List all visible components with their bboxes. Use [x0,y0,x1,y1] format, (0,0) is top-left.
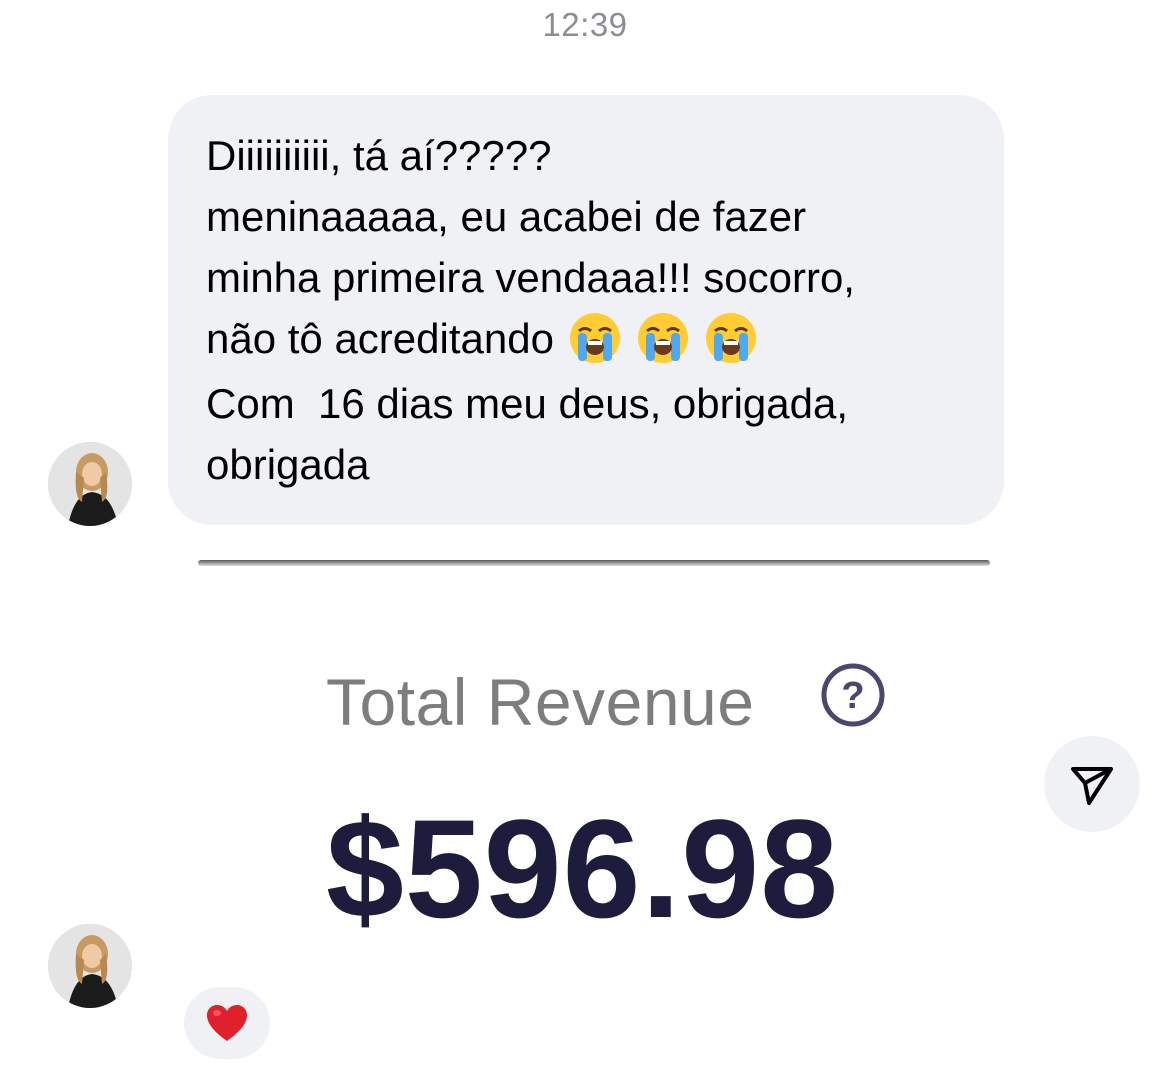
share-button[interactable] [1044,736,1140,832]
red-heart-icon [207,1005,247,1041]
revenue-amount: $596.98 [326,790,840,947]
sender-avatar[interactable] [48,442,132,526]
message-line: minha primeira vendaaa!!! socorro, [206,254,855,301]
heart-reaction[interactable] [184,987,270,1059]
image-top-edge [198,560,990,566]
message-line: Com 16 dias meu deus, obrigada, [206,379,849,427]
message-line: meninaaaaa, eu acabei de fazer [206,193,807,240]
sender-avatar[interactable] [48,924,132,1008]
loudly-crying-face-icon [637,312,688,363]
message-line: obrigada [206,440,370,488]
question-circle-icon: ? [821,663,885,727]
paper-plane-icon [1071,767,1113,805]
revenue-label: Total Revenue [326,665,755,739]
message-timestamp: 12:39 [542,6,628,43]
shared-image-message[interactable]: Total Revenue ? $596.98 [168,560,1018,980]
received-message-bubble[interactable]: Diiiiiiiiii, tá aí????? meninaaaaa, eu a… [168,95,1004,525]
message-line-with-emoji: não tô acreditando [206,308,968,373]
emoji-row [554,311,758,373]
avatar-photo-icon [48,924,132,1008]
message-line: não tô acreditando [206,315,554,362]
svg-text:?: ? [841,675,864,717]
loudly-crying-face-icon [705,312,756,363]
message-line: Diiiiiiiiii, tá aí????? [206,132,552,179]
loudly-crying-face-icon [569,312,620,363]
avatar-photo-icon [48,442,132,526]
